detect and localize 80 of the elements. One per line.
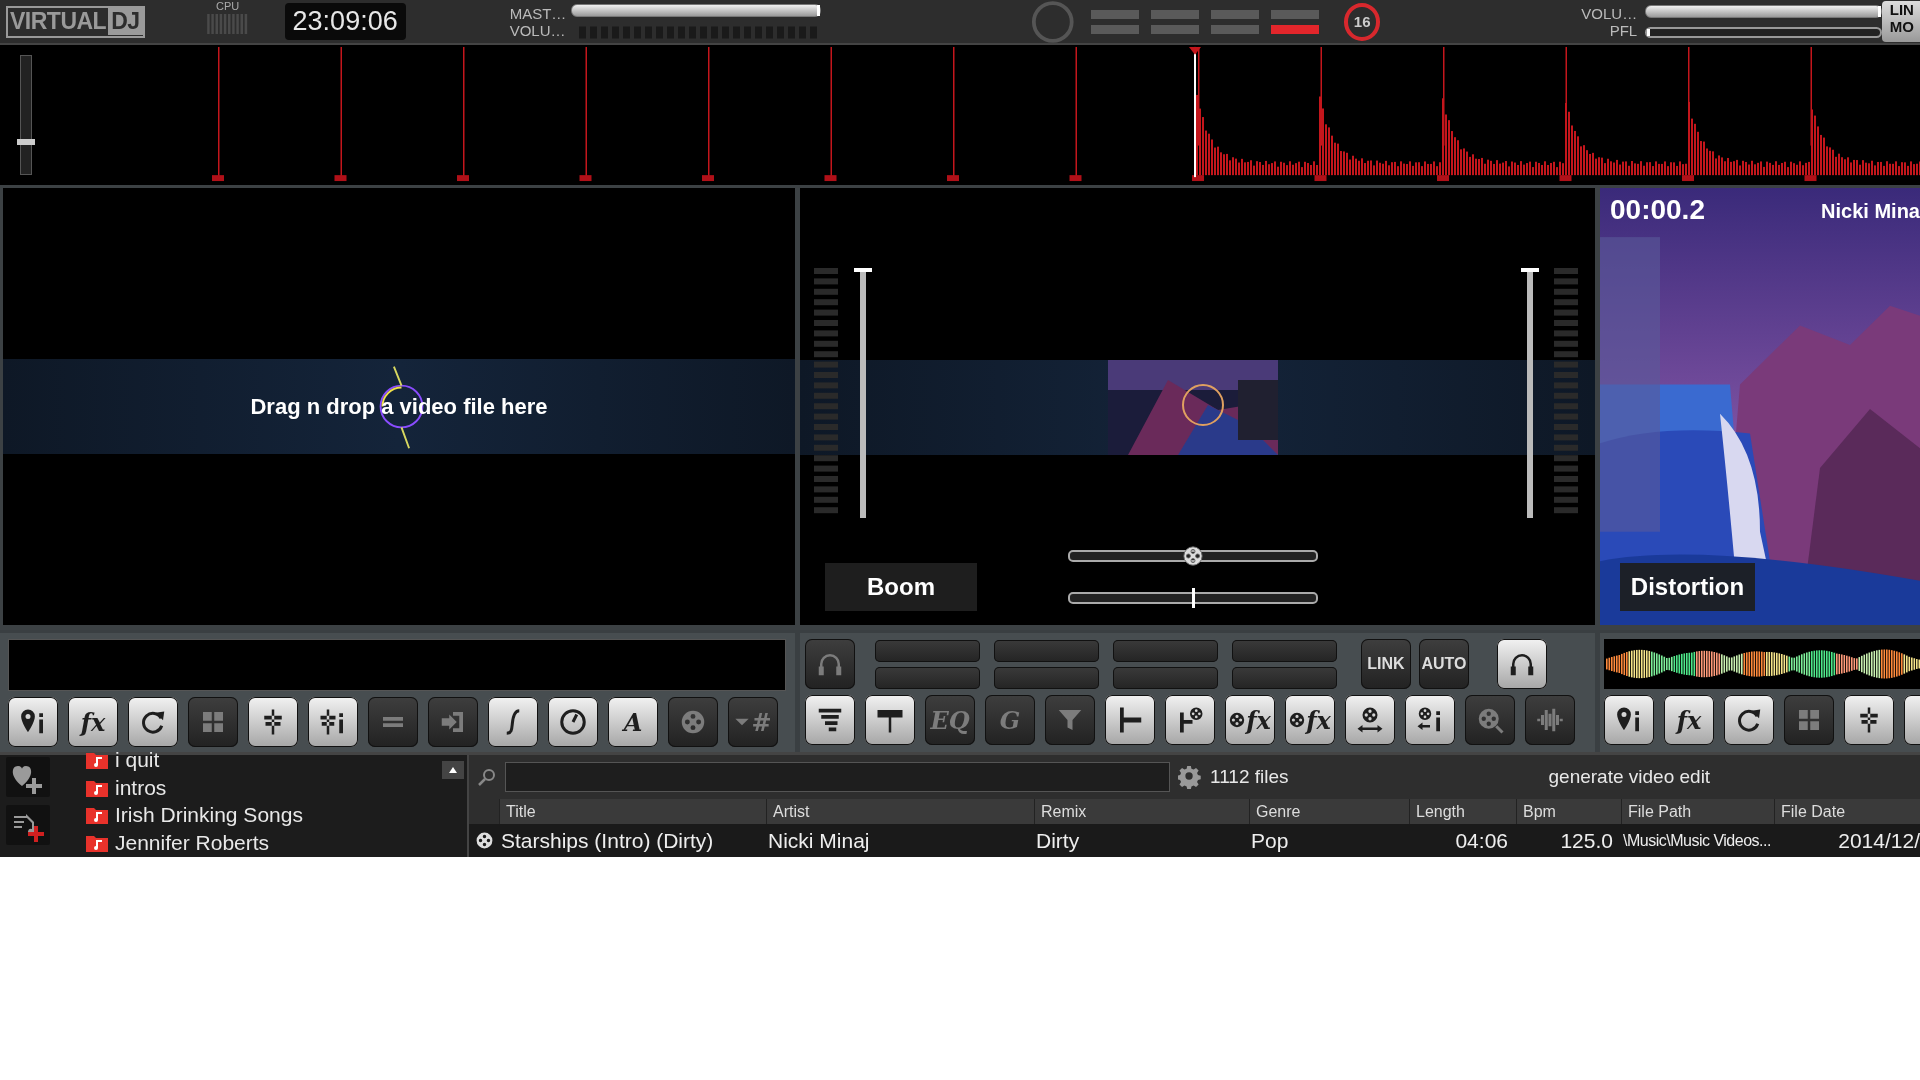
scroll-up-button[interactable] bbox=[442, 761, 464, 779]
link-button[interactable]: LINK bbox=[1361, 639, 1411, 689]
mixer-button[interactable] bbox=[805, 695, 855, 745]
deck-button[interactable] bbox=[128, 697, 178, 747]
mixer-button[interactable] bbox=[1405, 695, 1455, 745]
mixer-button[interactable] bbox=[865, 695, 915, 745]
deck-button[interactable] bbox=[1604, 695, 1654, 745]
slider-thumb[interactable] bbox=[854, 268, 872, 272]
folder-item[interactable]: i quit bbox=[86, 746, 303, 774]
settings-icon[interactable] bbox=[1178, 765, 1202, 789]
headphones-button[interactable] bbox=[1497, 639, 1547, 689]
dial-icon bbox=[558, 707, 588, 737]
file-count: 1112 files bbox=[1210, 766, 1289, 788]
mixer-button[interactable] bbox=[1165, 695, 1215, 745]
film-reel-icon bbox=[474, 831, 494, 850]
logo: VIRTUAL DJ bbox=[6, 5, 145, 38]
clock: 23:09:06 bbox=[284, 3, 406, 40]
transition-label[interactable]: Boom bbox=[825, 563, 977, 611]
slider-thumb[interactable] bbox=[1521, 268, 1539, 272]
table-cell-text: Nicki Minaj bbox=[767, 828, 871, 853]
pfl-slider[interactable] bbox=[1645, 27, 1882, 38]
slider-label: MAST… bbox=[509, 4, 567, 22]
mixer-button[interactable] bbox=[1345, 695, 1395, 745]
film-reel-icon bbox=[1229, 712, 1246, 728]
deck-button[interactable] bbox=[548, 697, 598, 747]
mode-button[interactable]: LIN MO bbox=[1881, 1, 1920, 42]
caret-icon bbox=[448, 766, 458, 774]
ring-icon bbox=[1031, 0, 1075, 45]
film-reel-icon bbox=[1289, 712, 1306, 728]
auto-button[interactable]: AUTO bbox=[1419, 639, 1469, 689]
add-playlist-button[interactable] bbox=[6, 805, 50, 845]
deck-button[interactable] bbox=[8, 697, 58, 747]
slider-label: VOLU… bbox=[509, 21, 567, 39]
effect-label[interactable]: Distortion bbox=[1620, 563, 1755, 611]
slider-thumb[interactable] bbox=[17, 138, 35, 145]
cpu-label: CPU bbox=[215, 0, 240, 12]
deck-button[interactable] bbox=[1724, 695, 1774, 745]
deck-button[interactable] bbox=[1844, 695, 1894, 745]
master-volume-slider[interactable] bbox=[571, 4, 822, 17]
deck-button[interactable] bbox=[488, 697, 538, 747]
mixer-button[interactable] bbox=[1105, 695, 1155, 745]
music-folder-icon bbox=[86, 806, 108, 825]
search-field[interactable] bbox=[505, 762, 1170, 792]
folder-item[interactable]: Jennifer Roberts bbox=[86, 829, 303, 857]
volume-slider[interactable] bbox=[1645, 5, 1882, 18]
reel-arrows-icon bbox=[1355, 705, 1385, 735]
slider-thumb[interactable] bbox=[817, 5, 821, 16]
music-folder-icon bbox=[86, 750, 108, 769]
table-cell-text: Pop bbox=[1250, 828, 1290, 853]
slider-label: VOLU… bbox=[1581, 4, 1638, 22]
search-icon bbox=[477, 767, 497, 787]
film-reel-icon[interactable] bbox=[1182, 545, 1204, 567]
slider-thumb[interactable] bbox=[1877, 6, 1881, 17]
video-artist: Nicki Mina bbox=[1821, 200, 1920, 223]
deck-button[interactable]: fx bbox=[68, 697, 118, 747]
table-cell-text: 04:06 bbox=[1454, 828, 1509, 853]
mixer-button[interactable]: fx bbox=[1225, 695, 1275, 745]
add-favorite-button[interactable] bbox=[6, 757, 50, 797]
folder-item[interactable]: Irish Drinking Songs bbox=[86, 801, 303, 830]
deck-button[interactable]: A bbox=[608, 697, 658, 747]
slider-thumb[interactable] bbox=[1647, 29, 1651, 36]
deck-button[interactable]: fx bbox=[1664, 695, 1714, 745]
zoom-slider[interactable] bbox=[20, 55, 32, 175]
effect-slider[interactable] bbox=[1068, 587, 1318, 609]
generate-video-edit-button[interactable]: generate video edit bbox=[1548, 766, 1711, 788]
table-cell-text: 2014/12/ bbox=[1837, 828, 1920, 853]
table-cell-text: \Music\Music Videos... bbox=[1622, 831, 1772, 850]
table-cell-text: Starships (Intro) (Dirty) bbox=[500, 828, 715, 853]
music-folder-icon bbox=[86, 778, 108, 797]
deck-button[interactable] bbox=[308, 697, 358, 747]
deck-button[interactable] bbox=[248, 697, 298, 747]
folder-item[interactable]: intros bbox=[86, 773, 303, 802]
slider-label: PFL bbox=[1609, 21, 1638, 39]
slider-thumb[interactable] bbox=[1191, 588, 1195, 608]
transition-slider[interactable] bbox=[1068, 545, 1318, 567]
table-cell-text: Dirty bbox=[1035, 828, 1081, 853]
video-time: 00:00.2 bbox=[1610, 194, 1705, 226]
table-cell-text: 125.0 bbox=[1559, 828, 1614, 853]
music-folder-icon bbox=[86, 834, 108, 853]
mixer-button[interactable]: fx bbox=[1285, 695, 1335, 745]
